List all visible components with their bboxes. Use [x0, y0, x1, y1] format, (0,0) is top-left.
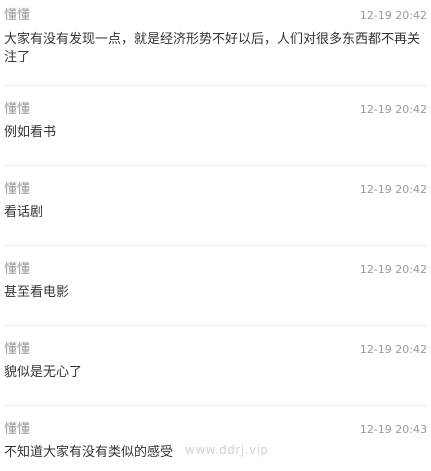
comment-author[interactable]: 懂懂: [4, 182, 30, 198]
comment-list: 懂懂 12-19 20:42 大家有没有发现一点，就是经济形势不好以后，人们对很…: [0, 0, 431, 471]
comment-timestamp: 12-19 20:42: [359, 263, 427, 276]
comment-text: 看话剧: [4, 205, 44, 220]
comment-divider: [4, 165, 427, 166]
comment-author[interactable]: 懂懂: [4, 422, 30, 438]
comment-text: 大家有没有发现一点，就是经济形势不好以后，人们对很多东西都不再关注了: [4, 32, 421, 65]
comment-timestamp: 12-19 20:42: [359, 103, 427, 116]
comment-author[interactable]: 懂懂: [4, 342, 30, 358]
comment-text: 甚至看电影: [4, 285, 70, 300]
comment-author[interactable]: 懂懂: [4, 102, 30, 118]
comment-timestamp: 12-19 20:42: [359, 9, 427, 22]
comment-divider: [4, 405, 427, 406]
comment-divider: [4, 245, 427, 246]
comment-divider: [4, 325, 427, 326]
comment-text: 貌似是无心了: [4, 365, 83, 380]
comment-divider: [4, 85, 427, 86]
watermark: www.ddrj.vip: [185, 443, 269, 457]
comment-author[interactable]: 懂懂: [4, 8, 30, 24]
comment-author[interactable]: 懂懂: [4, 262, 30, 278]
comment-timestamp: 12-19 20:42: [359, 183, 427, 196]
comment-timestamp: 12-19 20:43: [359, 423, 427, 436]
comment-text: 例如看书: [4, 125, 57, 140]
comment-timestamp: 12-19 20:42: [359, 343, 427, 356]
